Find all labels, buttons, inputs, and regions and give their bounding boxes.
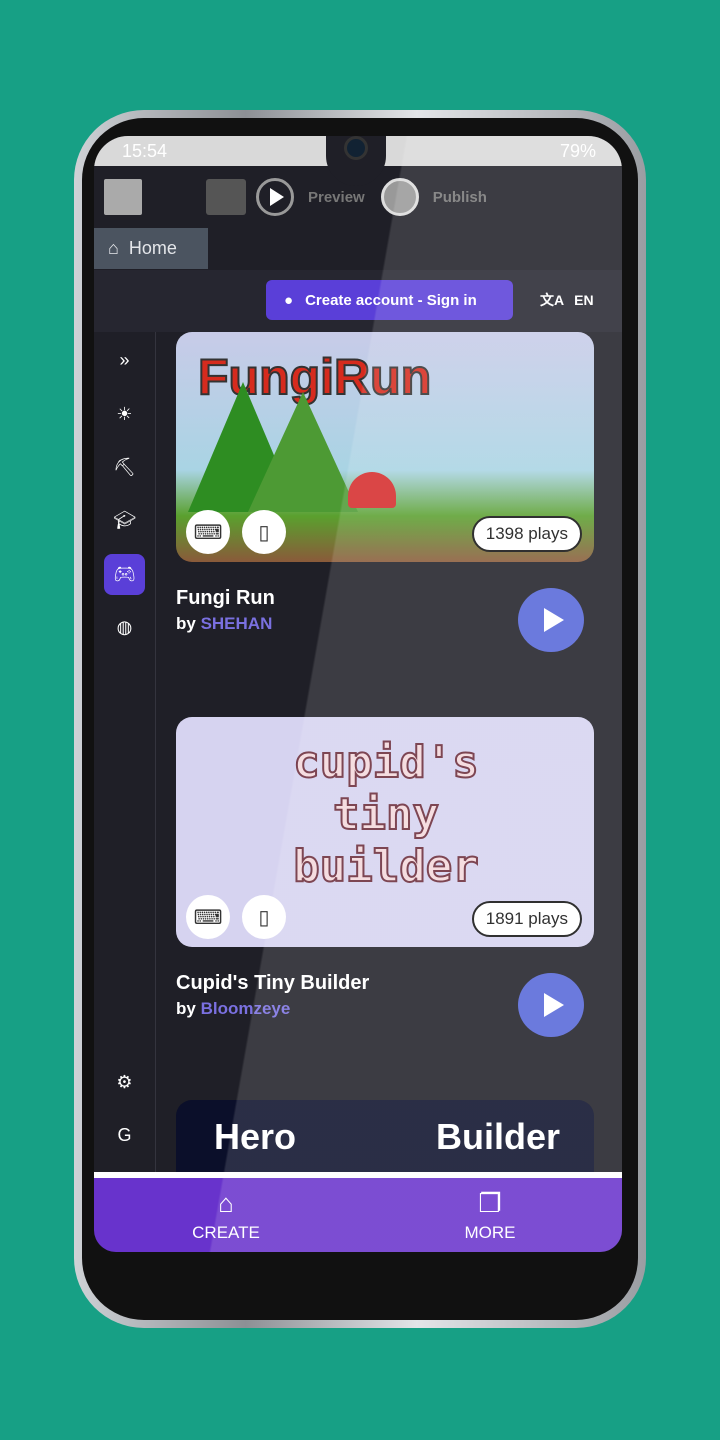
author-link[interactable]: SHEHAN	[201, 614, 273, 633]
game-title: Fungi Run	[176, 587, 275, 609]
games-list: FungiRun ⌨ ▯ 1398 plays Fungi Run by SHE…	[176, 332, 594, 1172]
language-label: EN	[574, 292, 594, 308]
publish-label: Publish	[432, 188, 487, 206]
game-card[interactable]: Hero Builder	[176, 1100, 594, 1172]
status-time: 15:54	[122, 140, 168, 161]
pickaxe-icon[interactable]: ⛏	[104, 447, 145, 488]
play-icon	[256, 178, 294, 216]
game-thumbnail[interactable]: FungiRun ⌨ ▯ 1398 plays	[176, 332, 594, 562]
home-icon: ⌂	[218, 1187, 234, 1218]
thumbnail-logo: cupid's tiny builder	[292, 736, 479, 893]
create-account-button[interactable]: ● Create account - Sign in	[266, 280, 513, 320]
camera	[344, 136, 368, 160]
user-icon: ●	[284, 291, 294, 309]
play-game-button[interactable]	[518, 973, 584, 1037]
nav-create[interactable]: ⌂ CREATE	[94, 1178, 358, 1252]
tab-home-label: Home	[128, 238, 177, 258]
publish-icon	[380, 178, 419, 216]
publish-button[interactable]: Publish	[380, 178, 487, 216]
game-card[interactable]: cupid's tiny builder ⌨ ▯ 1891 plays Cupi…	[176, 717, 594, 1037]
bottom-nav: ⌂ CREATE ❐ MORE	[94, 1172, 622, 1252]
chevrons-right-icon[interactable]: »	[104, 340, 145, 381]
home-icon: ⌂	[108, 238, 119, 258]
language-button[interactable]: 文A EN	[540, 290, 594, 310]
play-icon	[543, 608, 564, 632]
debugger-icon[interactable]	[206, 179, 246, 215]
game-author: by SHEHAN	[176, 614, 273, 633]
thumbnail-logo: Hero Builder	[214, 1116, 561, 1157]
translate-icon: 文A	[540, 292, 565, 308]
play-icon	[543, 993, 564, 1017]
graduation-cap-icon[interactable]: 🎓︎	[104, 500, 145, 541]
sun-icon[interactable]: ☀	[104, 394, 145, 435]
game-title: Cupid's Tiny Builder	[176, 972, 370, 994]
gear-icon[interactable]: ⚙	[104, 1062, 145, 1103]
project-manager-icon[interactable]	[104, 179, 142, 215]
plays-badge: 1398 plays	[471, 516, 582, 552]
battery-level: 79%	[559, 140, 596, 161]
touch-phone-icon: ▯	[242, 510, 286, 554]
keyboard-icon: ⌨	[186, 510, 230, 554]
keyboard-icon: ⌨	[186, 895, 230, 939]
nav-create-label: CREATE	[192, 1222, 260, 1242]
game-thumbnail[interactable]: Hero Builder	[176, 1100, 594, 1172]
game-card[interactable]: FungiRun ⌨ ▯ 1398 plays Fungi Run by SHE…	[176, 332, 594, 652]
copy-icon: ❐	[478, 1187, 502, 1218]
app-screen: 15:54 79% Preview Publish ⌂ Home ● Create …	[94, 136, 622, 1252]
create-account-label: Create account - Sign in	[305, 291, 477, 309]
author-link[interactable]: Bloomzeye	[201, 999, 291, 1018]
tab-home[interactable]: ⌂ Home	[94, 228, 208, 269]
gamepad-icon[interactable]: 🎮︎	[104, 554, 145, 595]
gdevelop-logo-icon[interactable]: G	[104, 1115, 145, 1156]
game-thumbnail[interactable]: cupid's tiny builder ⌨ ▯ 1891 plays	[176, 717, 594, 947]
nav-more[interactable]: ❐ MORE	[358, 1178, 622, 1252]
plays-badge: 1891 plays	[471, 901, 582, 937]
sidebar: » ☀ ⛏ 🎓︎ 🎮︎ ◍ ⚙ G	[94, 332, 156, 1172]
play-game-button[interactable]	[518, 588, 584, 652]
game-author: by Bloomzeye	[176, 999, 291, 1018]
preview-label: Preview	[308, 188, 365, 206]
touch-phone-icon: ▯	[242, 895, 286, 939]
globe-icon[interactable]: ◍	[104, 607, 145, 648]
nav-more-label: MORE	[464, 1222, 516, 1242]
